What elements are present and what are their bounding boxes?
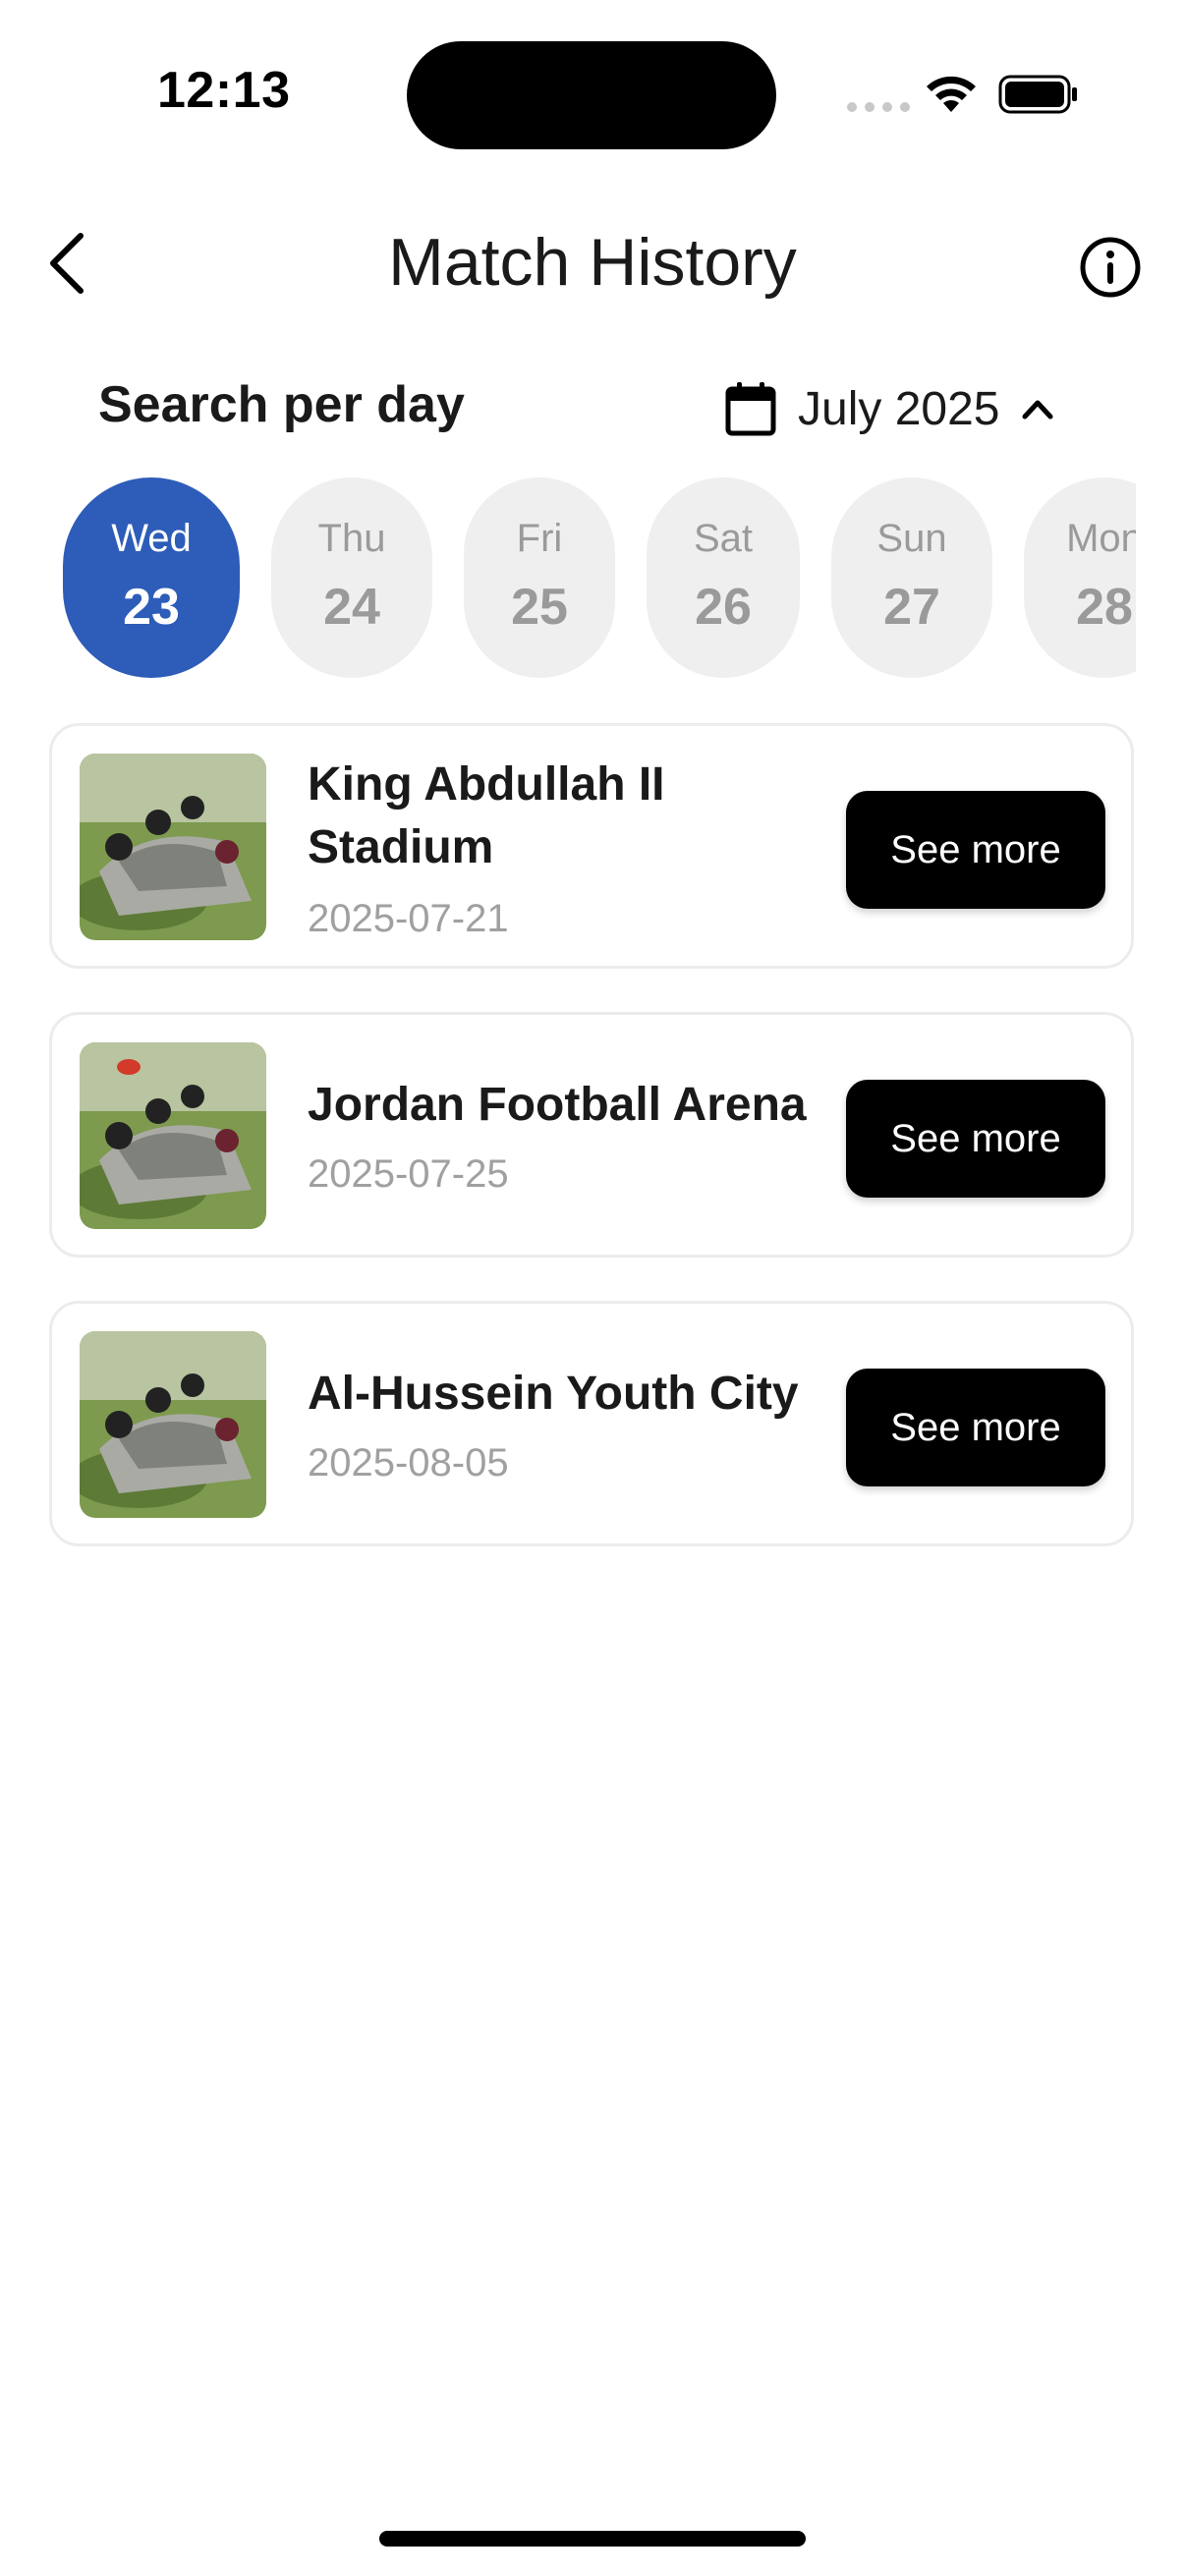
info-icon: [1080, 237, 1141, 298]
match-thumbnail: [80, 1042, 266, 1229]
day-name: Sun: [876, 517, 947, 560]
match-card: Al-Hussein Youth City 2025-08-05 See mor…: [49, 1301, 1134, 1546]
search-per-day-label: Search per day: [98, 376, 465, 433]
venue-name: King Abdullah II Stadium: [308, 758, 665, 873]
match-date: 2025-07-21: [308, 897, 509, 940]
day-pill-sat-26[interactable]: Sat 26: [647, 477, 800, 678]
day-number: 28: [1076, 579, 1133, 636]
day-name: Sat: [693, 517, 754, 560]
match-thumbnail: [80, 1331, 266, 1518]
battery-icon: [998, 75, 1077, 114]
day-selector[interactable]: Wed 23 Thu 24 Fri 25 Sat 26 Sun 27 Mon 2…: [63, 477, 1136, 678]
match-date: 2025-07-25: [308, 1152, 509, 1196]
day-name: Fri: [516, 517, 563, 560]
see-more-button[interactable]: See more: [846, 1080, 1105, 1198]
info-button[interactable]: [1079, 236, 1142, 299]
dynamic-island: [407, 41, 776, 149]
month-picker[interactable]: July 2025: [725, 377, 1054, 440]
match-thumbnail: [80, 754, 266, 940]
day-number: 26: [695, 579, 752, 636]
day-number: 27: [883, 579, 940, 636]
cellular-signal-icon: [847, 102, 910, 112]
venue-name: Al-Hussein Youth City: [308, 1368, 799, 1420]
day-name: Thu: [317, 517, 386, 560]
see-more-button[interactable]: See more: [846, 1369, 1105, 1486]
venue-name: Jordan Football Arena: [308, 1079, 807, 1131]
see-more-button[interactable]: See more: [846, 791, 1105, 909]
day-pill-thu-24[interactable]: Thu 24: [271, 477, 432, 678]
status-time: 12:13: [157, 62, 291, 119]
month-label: July 2025: [798, 382, 1000, 435]
day-name: Mon: [1066, 517, 1136, 560]
day-number: 24: [323, 579, 380, 636]
page-title: Match History: [388, 225, 797, 300]
day-pill-sun-27[interactable]: Sun 27: [831, 477, 992, 678]
day-name: Wed: [111, 517, 192, 560]
day-number: 23: [123, 579, 180, 636]
match-card: King Abdullah II Stadium 2025-07-21 See …: [49, 723, 1134, 969]
day-number: 25: [511, 579, 568, 636]
match-card: Jordan Football Arena 2025-07-25 See mor…: [49, 1012, 1134, 1258]
day-pill-wed-23[interactable]: Wed 23: [63, 477, 240, 678]
day-pill-mon-28[interactable]: Mon 28: [1024, 477, 1136, 678]
wifi-icon: [927, 76, 976, 112]
calendar-icon: [725, 382, 776, 436]
chevron-up-icon: [1022, 400, 1053, 420]
day-pill-fri-25[interactable]: Fri 25: [464, 477, 615, 678]
match-date: 2025-08-05: [308, 1441, 509, 1484]
home-indicator[interactable]: [379, 2531, 806, 2547]
